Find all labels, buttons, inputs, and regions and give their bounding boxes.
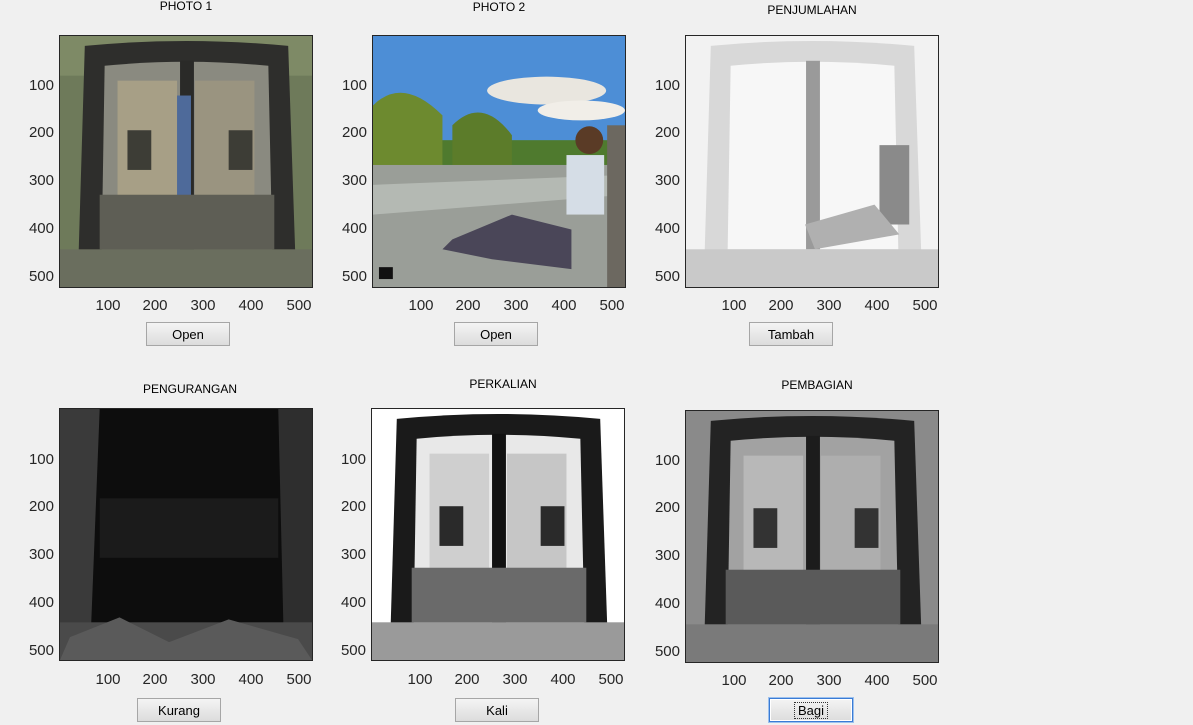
- ytick: 400: [28, 594, 54, 611]
- image-axes-pengurangan: [59, 408, 313, 661]
- bagi-button[interactable]: Bagi: [769, 698, 853, 722]
- ytick: 200: [654, 124, 680, 141]
- button-label: Open: [480, 326, 512, 342]
- xtick: 200: [768, 672, 794, 689]
- xtick: 500: [912, 672, 938, 689]
- xtick: 400: [864, 297, 890, 314]
- ytick: 100: [28, 77, 54, 94]
- ytick: 300: [654, 547, 680, 564]
- ytick: 100: [341, 77, 367, 94]
- xtick: 500: [912, 297, 938, 314]
- ytick: 400: [28, 220, 54, 237]
- xtick: 100: [721, 297, 747, 314]
- ytick: 200: [341, 124, 367, 141]
- panel-title-perkalian: PERKALIAN: [469, 377, 537, 391]
- xtick: 300: [190, 671, 216, 688]
- xtick: 400: [864, 672, 890, 689]
- tambah-button[interactable]: Tambah: [749, 322, 833, 346]
- xtick: 100: [408, 297, 434, 314]
- panel-title-pembagian: PEMBAGIAN: [781, 378, 853, 392]
- ytick: 200: [28, 124, 54, 141]
- ytick: 500: [654, 643, 680, 660]
- ytick: 100: [28, 451, 54, 468]
- ytick: 300: [654, 172, 680, 189]
- ytick: 500: [340, 642, 366, 659]
- ytick: 100: [340, 451, 366, 468]
- open-photo-1-button[interactable]: Open: [146, 322, 230, 346]
- image-axes-photo-2: [372, 35, 626, 288]
- xtick: 400: [550, 671, 576, 688]
- panel-title-penjumlahan: PENJUMLAHAN: [767, 3, 857, 17]
- high-contrast-image: [372, 409, 624, 660]
- ytick: 200: [28, 498, 54, 515]
- ytick: 500: [28, 268, 54, 285]
- xtick: 100: [95, 297, 121, 314]
- ytick: 200: [340, 498, 366, 515]
- image-axes-penjumlahan: [685, 35, 939, 288]
- ytick: 300: [340, 546, 366, 563]
- ytick: 400: [654, 220, 680, 237]
- ytick: 100: [654, 452, 680, 469]
- panel-title-pengurangan: PENGURANGAN: [142, 382, 237, 396]
- xtick: 300: [816, 672, 842, 689]
- ytick: 500: [28, 642, 54, 659]
- xtick: 300: [502, 671, 528, 688]
- door-color-image: [60, 36, 312, 287]
- xtick: 100: [95, 671, 121, 688]
- panel-title-photo-1: PHOTO 1: [159, 0, 213, 13]
- xtick: 400: [238, 671, 264, 688]
- dark-image: [60, 409, 312, 660]
- xtick: 300: [190, 297, 216, 314]
- button-label: Kurang: [158, 702, 200, 718]
- xtick: 400: [551, 297, 577, 314]
- xtick: 300: [503, 297, 529, 314]
- ytick: 300: [28, 172, 54, 189]
- button-label: Bagi: [793, 701, 829, 719]
- xtick: 500: [286, 297, 312, 314]
- xtick: 400: [238, 297, 264, 314]
- ytick: 500: [341, 268, 367, 285]
- xtick: 500: [598, 671, 624, 688]
- image-axes-pembagian: [685, 410, 939, 663]
- ytick: 300: [28, 546, 54, 563]
- button-label: Tambah: [767, 326, 815, 342]
- xtick: 300: [816, 297, 842, 314]
- xtick: 200: [142, 671, 168, 688]
- button-label: Kali: [486, 702, 508, 718]
- ytick: 300: [341, 172, 367, 189]
- kali-button[interactable]: Kali: [455, 698, 539, 722]
- image-axes-photo-1: [59, 35, 313, 288]
- open-photo-2-button[interactable]: Open: [454, 322, 538, 346]
- kurang-button[interactable]: Kurang: [137, 698, 221, 722]
- ytick: 400: [341, 220, 367, 237]
- button-label: Open: [172, 326, 204, 342]
- xtick: 500: [599, 297, 625, 314]
- image-axes-perkalian: [371, 408, 625, 661]
- bright-blend-image: [686, 36, 938, 287]
- xtick: 100: [721, 672, 747, 689]
- park-image: [373, 36, 625, 287]
- xtick: 500: [286, 671, 312, 688]
- ytick: 100: [654, 77, 680, 94]
- xtick: 100: [407, 671, 433, 688]
- xtick: 200: [455, 297, 481, 314]
- gray-door-image: [686, 411, 938, 662]
- ytick: 400: [340, 594, 366, 611]
- ytick: 200: [654, 499, 680, 516]
- ytick: 500: [654, 268, 680, 285]
- xtick: 200: [142, 297, 168, 314]
- ytick: 400: [654, 595, 680, 612]
- panel-title-photo-2: PHOTO 2: [472, 0, 526, 14]
- xtick: 200: [454, 671, 480, 688]
- xtick: 200: [768, 297, 794, 314]
